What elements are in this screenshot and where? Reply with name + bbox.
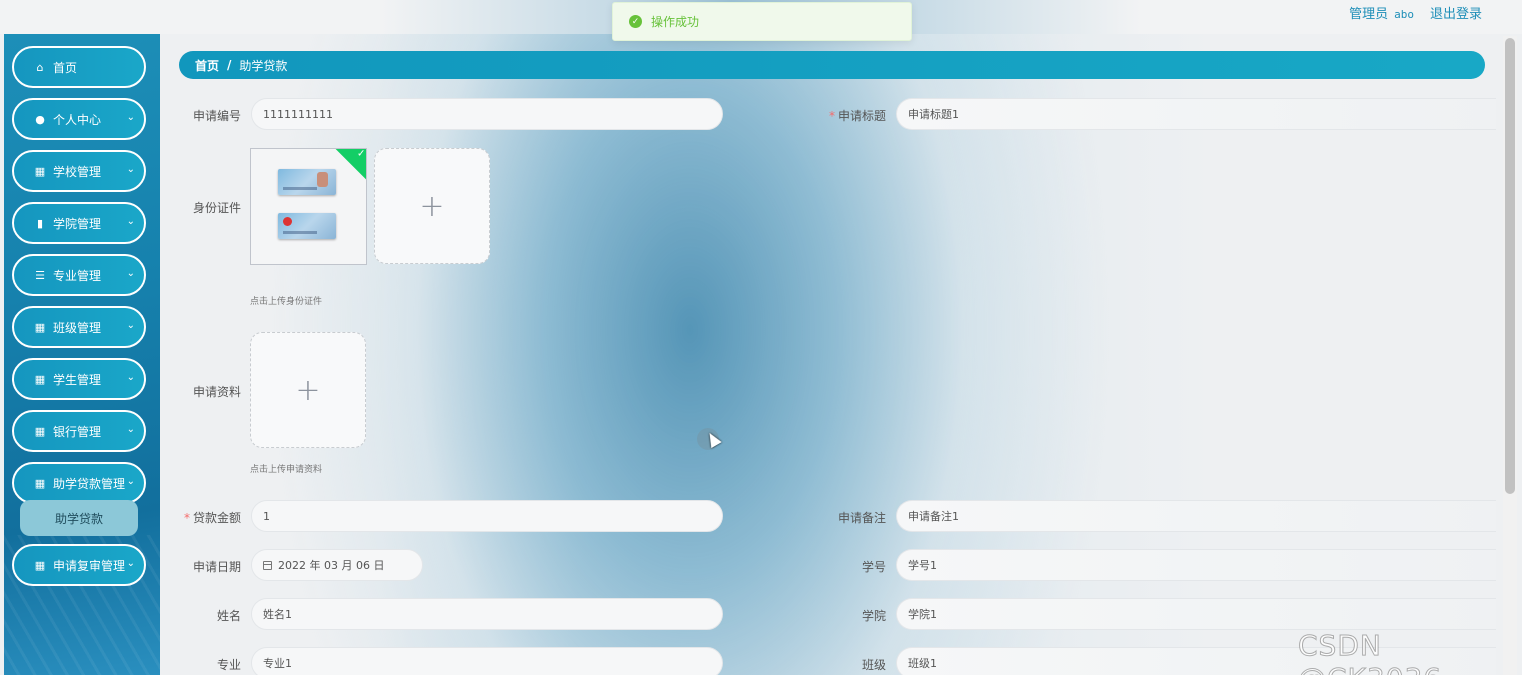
breadcrumb-current: 助学贷款: [239, 58, 288, 73]
grid-icon: ▦: [34, 164, 46, 178]
app-title-label: * 申请标题: [828, 109, 886, 123]
watermark: CSDN @CK3036: [1298, 629, 1442, 675]
name-input[interactable]: 姓名1: [251, 598, 723, 630]
app-no-label: 申请编号: [192, 109, 241, 123]
major-label: 专业: [216, 658, 241, 672]
app-date-label: 申请日期: [192, 560, 241, 574]
chevron-down-icon: ⌄: [126, 112, 135, 123]
student-no-input[interactable]: 学号1: [896, 549, 1496, 581]
breadcrumb-home[interactable]: 首页: [195, 57, 219, 74]
remark-input[interactable]: 申请备注1: [896, 500, 1496, 532]
grid-icon: ▦: [34, 558, 46, 572]
building-icon: ▮: [36, 216, 44, 230]
plus-icon: +: [295, 372, 321, 408]
app-date-picker[interactable]: 2022 年 03 月 06 日: [251, 549, 423, 581]
home-icon: ⌂: [36, 60, 44, 74]
logout-link[interactable]: 退出登录: [1430, 3, 1482, 22]
sidebar-item-bank[interactable]: ▦ 银行管理 ⌄: [12, 410, 146, 452]
id-card-thumbnail[interactable]: ✓: [250, 148, 367, 265]
college-label: 学院: [861, 609, 886, 623]
chevron-down-icon: ⌄: [126, 320, 135, 331]
sidebar-item-label: 学校管理: [53, 164, 102, 179]
success-toast: ✓ 操作成功: [612, 2, 912, 41]
chevron-down-icon: ⌄: [126, 268, 135, 279]
chevron-up-icon: ⌄: [126, 476, 135, 487]
sidebar-item-label: 首页: [53, 60, 78, 75]
sidebar-item-label: 学生管理: [53, 372, 102, 387]
admin-info[interactable]: 管理员 abo: [1349, 3, 1414, 22]
loan-amount-input[interactable]: 1: [251, 500, 723, 532]
college-input[interactable]: 学院1: [896, 598, 1496, 630]
chevron-down-icon: ⌄: [126, 424, 135, 435]
sidebar-item-student[interactable]: ▦ 学生管理 ⌄: [12, 358, 146, 400]
uploaded-check-icon: ✓: [334, 149, 366, 181]
app-no-input[interactable]: 1111111111: [251, 98, 723, 130]
materials-upload-tip: 点击上传申请资料: [250, 465, 323, 475]
sidebar-item-label: 班级管理: [53, 320, 102, 335]
sidebar-subitem-student-loan[interactable]: 助学贷款: [20, 500, 138, 536]
materials-label: 申请资料: [192, 385, 241, 399]
username: abo: [1394, 8, 1414, 21]
sidebar-item-label: 助学贷款管理: [53, 476, 126, 491]
table-icon: ▦: [34, 372, 46, 386]
breadcrumb-separator: /: [227, 58, 232, 72]
sidebar-item-college[interactable]: ▮ 学院管理 ⌄: [12, 202, 146, 244]
sidebar-item-class[interactable]: ▦ 班级管理 ⌄: [12, 306, 146, 348]
plus-icon: +: [419, 188, 445, 224]
sidebar: ⌂ 首页 ● 个人中心 ⌄ ▦ 学校管理 ⌄ ▮ 学院管理 ⌄ ☰ 专业管理 ⌄ ▦ 班级管理 ⌄ ▦…: [4, 34, 160, 675]
remark-label: 申请备注: [837, 511, 886, 525]
sidebar-item-label: 申请复审管理: [53, 558, 126, 573]
sidebar-item-label: 个人中心: [53, 112, 102, 127]
main-scrollbar[interactable]: [1503, 36, 1517, 675]
sidebar-item-school[interactable]: ▦ 学校管理 ⌄: [12, 150, 146, 192]
materials-upload-button[interactable]: +: [250, 332, 366, 448]
sidebar-item-review[interactable]: ▦ 申请复审管理 ⌄: [12, 544, 146, 586]
app-title-input[interactable]: 申请标题1: [896, 98, 1496, 130]
id-card-upload-tip: 点击上传身份证件: [250, 297, 323, 307]
scrollbar-thumb[interactable]: [1505, 38, 1515, 494]
app-date-value: 2022 年 03 月 06 日: [278, 559, 385, 572]
sidebar-item-profile[interactable]: ● 个人中心 ⌄: [12, 98, 146, 140]
sidebar-item-major[interactable]: ☰ 专业管理 ⌄: [12, 254, 146, 296]
sidebar-item-label: 银行管理: [53, 424, 102, 439]
major-input[interactable]: 专业1: [251, 647, 723, 675]
sidebar-item-label: 专业管理: [53, 268, 102, 283]
toast-message: 操作成功: [651, 15, 700, 29]
chevron-down-icon: ⌄: [126, 164, 135, 175]
sliders-icon: ☰: [35, 268, 45, 282]
student-no-label: 学号: [861, 560, 886, 574]
grid-icon: ▦: [34, 476, 46, 490]
chevron-down-icon: ⌄: [126, 558, 135, 569]
id-card-back-image: [278, 213, 336, 239]
sidebar-item-home[interactable]: ⌂ 首页: [12, 46, 146, 88]
chevron-down-icon: ⌄: [126, 372, 135, 383]
grid-icon: ▦: [34, 320, 46, 334]
chevron-down-icon: ⌄: [126, 216, 135, 227]
name-label: 姓名: [216, 609, 241, 623]
id-card-upload-button[interactable]: +: [374, 148, 490, 264]
user-icon: ●: [35, 112, 45, 126]
id-card-front-image: [278, 169, 336, 195]
class-label: 班级: [861, 658, 886, 672]
breadcrumb: 首页 / 助学贷款: [179, 51, 1485, 79]
role-label: 管理员: [1349, 7, 1389, 22]
grid-icon: ▦: [34, 424, 46, 438]
sidebar-item-label: 学院管理: [53, 216, 102, 231]
id-card-label: 身份证件: [192, 201, 241, 215]
sidebar-item-loan-management[interactable]: ▦ 助学贷款管理 ⌄: [12, 462, 146, 504]
calendar-icon: [263, 560, 272, 570]
check-circle-icon: ✓: [629, 15, 642, 28]
loan-amount-label: * 贷款金额: [183, 511, 241, 525]
